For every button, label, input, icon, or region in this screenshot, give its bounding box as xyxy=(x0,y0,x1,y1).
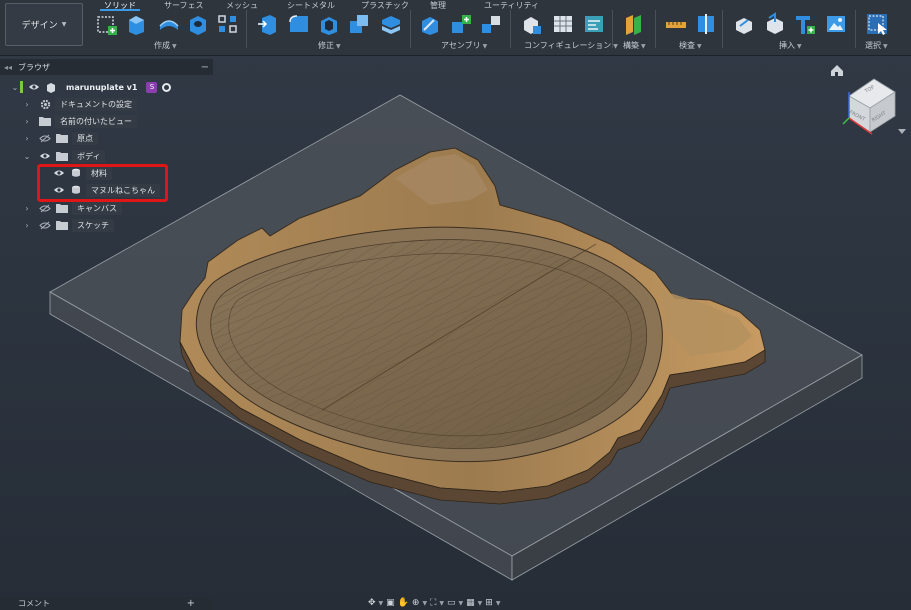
radio-indicator-icon[interactable] xyxy=(162,82,172,92)
browser-header: ◂◂ ブラウザ − xyxy=(0,59,213,75)
fit-icon[interactable]: ⛶ xyxy=(430,597,436,609)
tree-item-canvases[interactable]: › キャンバス xyxy=(22,201,122,215)
revolve-icon[interactable] xyxy=(157,12,181,36)
insert-svg-icon[interactable] xyxy=(793,12,817,36)
insert-canvas-icon[interactable] xyxy=(824,12,848,36)
group-construct[interactable]: 構築 ▼ xyxy=(623,40,646,51)
toolbar: デザイン ▼ ソリッド サーフェス メッシュ シートメタル プラスチック 管理 … xyxy=(0,0,911,56)
folder-icon xyxy=(55,202,69,214)
s-badge-icon[interactable]: S xyxy=(146,81,158,93)
grid-icon[interactable]: ▦ xyxy=(466,597,475,609)
double-arrow-icon[interactable]: ◂◂ xyxy=(4,63,12,72)
split-body-icon[interactable] xyxy=(379,12,403,36)
orbit-icon[interactable]: ✥ xyxy=(368,597,376,609)
chevron-right-icon[interactable]: › xyxy=(22,134,32,143)
tab-solid[interactable]: ソリッド xyxy=(100,0,140,11)
tree-root[interactable]: ⌄ marunuplate v1 S xyxy=(10,80,172,94)
document-icon xyxy=(44,81,58,93)
insert-derive-icon[interactable] xyxy=(732,12,756,36)
gear-icon xyxy=(38,98,52,110)
tree-item-label: ボディ xyxy=(72,149,106,163)
hole-icon[interactable] xyxy=(186,12,210,36)
workspace-switcher[interactable]: デザイン ▼ xyxy=(5,3,83,46)
tab-plastic[interactable]: プラスチック xyxy=(361,0,409,11)
tree-item-sketches[interactable]: › スケッチ xyxy=(22,218,114,232)
group-inspect[interactable]: 検査 ▼ xyxy=(679,40,702,51)
measure-icon[interactable] xyxy=(664,12,688,36)
eye-hidden-icon[interactable] xyxy=(38,132,52,144)
look-at-icon[interactable]: ▣ xyxy=(386,597,395,609)
pattern-icon[interactable] xyxy=(216,12,240,36)
browser-title: ブラウザ xyxy=(18,62,51,72)
group-assemble[interactable]: アセンブリ ▼ xyxy=(441,40,487,51)
joint-icon[interactable] xyxy=(449,12,473,36)
tree-item-label: 原点 xyxy=(72,131,98,145)
comments-panel[interactable]: コメント + xyxy=(0,597,213,610)
fillet-icon[interactable] xyxy=(287,12,311,36)
as-built-joint-icon[interactable] xyxy=(479,12,503,36)
viewports-icon[interactable]: ⊞ xyxy=(485,597,493,609)
pan-icon[interactable]: ✋ xyxy=(398,597,409,609)
group-configure[interactable]: コンフィギュレーション ▼ xyxy=(524,40,618,51)
shell-icon[interactable] xyxy=(317,12,341,36)
tree-item-origin[interactable]: › 原点 xyxy=(22,131,98,145)
press-pull-icon[interactable] xyxy=(256,12,280,36)
collapse-icon[interactable]: − xyxy=(201,62,209,73)
offset-plane-icon[interactable] xyxy=(622,12,646,36)
chevron-down-icon[interactable]: ⌄ xyxy=(10,83,20,92)
tree-item-label: ドキュメントの設定 xyxy=(55,97,137,111)
tab-mesh[interactable]: メッシュ xyxy=(226,0,258,11)
group-insert[interactable]: 挿入 ▼ xyxy=(779,40,802,51)
extrude-icon[interactable] xyxy=(124,12,148,36)
tree-item-named-views[interactable]: › 名前の付いたビュー xyxy=(22,114,137,128)
display-settings-icon[interactable]: ▭ xyxy=(447,597,456,609)
active-indicator xyxy=(20,81,23,93)
chevron-down-icon: ▼ xyxy=(61,21,67,28)
eye-icon[interactable] xyxy=(27,81,41,93)
tree-item-label: 名前の付いたビュー xyxy=(55,114,137,128)
folder-icon xyxy=(55,132,69,144)
tree-item-label: スケッチ xyxy=(72,218,114,232)
create-sketch-icon[interactable] xyxy=(95,12,119,36)
comments-label: コメント xyxy=(18,599,50,608)
tab-sheetmetal[interactable]: シートメタル xyxy=(287,0,335,11)
tree-item-bodies[interactable]: ⌄ ボディ xyxy=(22,149,106,163)
chevron-right-icon[interactable]: › xyxy=(22,221,32,230)
group-create[interactable]: 作成 ▼ xyxy=(154,40,177,51)
add-comment-icon[interactable]: + xyxy=(187,598,195,609)
group-select[interactable]: 選択 ▼ xyxy=(865,40,888,51)
insert-mesh-icon[interactable] xyxy=(763,12,787,36)
tree-item-document-settings[interactable]: › ドキュメントの設定 xyxy=(22,97,137,111)
eye-icon[interactable] xyxy=(38,150,52,162)
chevron-right-icon[interactable]: › xyxy=(22,117,32,126)
tab-surface[interactable]: サーフェス xyxy=(164,0,204,11)
eye-hidden-icon[interactable] xyxy=(38,219,52,231)
chevron-right-icon[interactable]: › xyxy=(22,204,32,213)
config-table-icon[interactable] xyxy=(551,12,575,36)
zoom-icon[interactable]: ⊕ xyxy=(412,597,420,609)
eye-hidden-icon[interactable] xyxy=(38,202,52,214)
new-component-icon[interactable] xyxy=(418,12,442,36)
folder-icon xyxy=(55,150,69,162)
annotation-highlight-box xyxy=(37,164,168,202)
configure-icon[interactable] xyxy=(519,12,543,36)
chevron-down-icon[interactable]: ⌄ xyxy=(22,152,32,161)
tab-utilities[interactable]: ユーティリティ xyxy=(484,0,539,11)
section-analysis-icon[interactable] xyxy=(694,12,718,36)
combine-icon[interactable] xyxy=(347,12,371,36)
config-rules-icon[interactable] xyxy=(582,12,606,36)
tree-item-label: キャンバス xyxy=(72,201,122,215)
tab-manage[interactable]: 管理 xyxy=(430,0,446,11)
select-icon[interactable] xyxy=(865,12,889,36)
folder-icon xyxy=(38,115,52,127)
chevron-right-icon[interactable]: › xyxy=(22,100,32,109)
root-document-name: marunuplate v1 xyxy=(66,82,138,92)
navigation-bar: ✥ ▼ ▣ ✋ ⊕ ▼ ⛶ ▼ ▭ ▼ ▦ ▼ ⊞ ▼ xyxy=(368,597,501,609)
folder-icon xyxy=(55,219,69,231)
workspace-label: デザイン xyxy=(21,21,58,31)
group-modify[interactable]: 修正 ▼ xyxy=(318,40,341,51)
